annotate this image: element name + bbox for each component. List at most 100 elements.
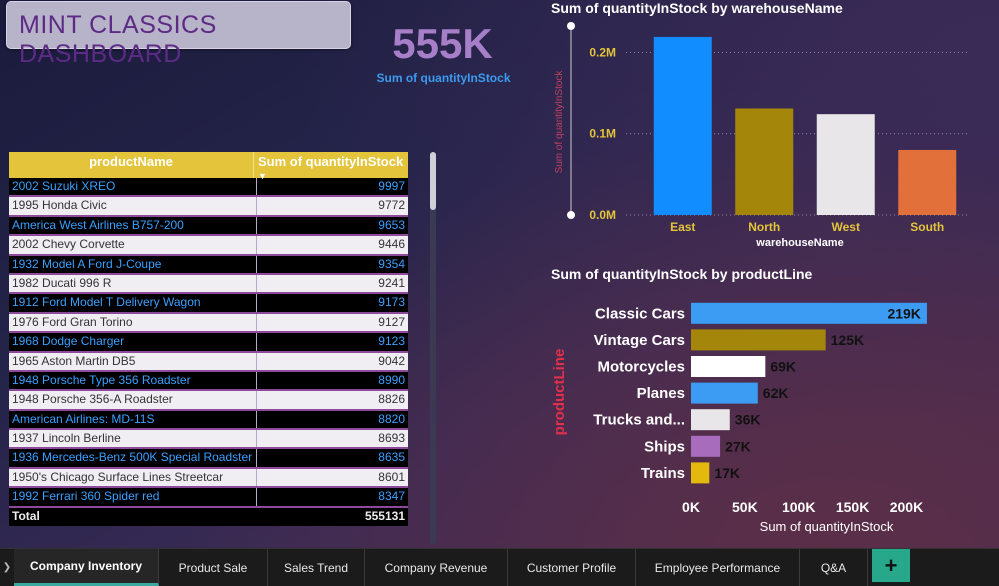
category-label: Trucks and... bbox=[593, 412, 685, 429]
table-row[interactable]: 1982 Ducati 996 R 9241 bbox=[9, 274, 408, 295]
y-tick-label: 0.2M bbox=[589, 45, 616, 59]
table-row[interactable]: 1965 Aston Martin DB5 9042 bbox=[9, 352, 408, 372]
table-row[interactable]: 1948 Porsche Type 356 Roadster 8990 bbox=[9, 371, 408, 392]
quantity-cell: 8826 bbox=[378, 392, 405, 407]
category-label: Planes bbox=[637, 385, 685, 402]
table-row[interactable]: 1948 Porsche 356-A Roadster 8826 bbox=[9, 391, 408, 411]
product-name-cell: 1936 Mercedes-Benz 500K Special Roadster bbox=[9, 449, 257, 467]
product-name-cell: 1948 Porsche 356-A Roadster bbox=[9, 391, 257, 409]
x-axis-label: Sum of quantityInStock bbox=[760, 519, 894, 534]
table-scrollbar[interactable] bbox=[430, 152, 436, 544]
kpi-card-value: 555K bbox=[392, 20, 493, 67]
table-header: productName Sum of quantityInStock ▼ bbox=[9, 152, 408, 181]
dashboard-title-box: MINT CLASSICS DASHBOARD bbox=[6, 1, 351, 68]
product-name-cell: 1968 Dodge Charger bbox=[9, 333, 257, 351]
product-name-cell: 2002 Chevy Corvette bbox=[9, 236, 257, 254]
category-label: Motorcycles bbox=[597, 359, 685, 376]
tab-company-inventory[interactable]: Company Inventory bbox=[14, 549, 159, 586]
table-row[interactable]: 1932 Model A Ford J-Coupe 9354 bbox=[9, 255, 408, 275]
table-row[interactable]: 1992 Ferrari 360 Spider red 8347 bbox=[9, 488, 408, 508]
y-axis-label: productLine bbox=[551, 349, 568, 436]
table-row[interactable]: America West Airlines B757-200 9653 bbox=[9, 216, 408, 237]
tab-product-sale[interactable]: Product Sale bbox=[159, 549, 268, 586]
bar-vintage-cars bbox=[691, 329, 826, 351]
tab-customer-profile[interactable]: Customer Profile bbox=[508, 549, 636, 586]
x-tick-label: 150K bbox=[836, 499, 869, 515]
x-tick-label: West bbox=[832, 220, 860, 234]
y-tick-label: 0.1M bbox=[589, 127, 616, 141]
bar-east bbox=[653, 36, 712, 215]
x-tick-label: North bbox=[748, 220, 780, 234]
tab-sales-trend[interactable]: Sales Trend bbox=[268, 549, 365, 586]
quantity-cell: 8601 bbox=[378, 469, 405, 484]
tab-company-revenue[interactable]: Company Revenue bbox=[365, 549, 508, 586]
product-name-cell: 1912 Ford Model T Delivery Wagon bbox=[9, 294, 257, 312]
x-tick-label: East bbox=[670, 220, 695, 234]
quantity-cell: 9772 bbox=[378, 198, 405, 213]
data-label: 125K bbox=[831, 332, 864, 348]
tab-employee-performance[interactable]: Employee Performance bbox=[636, 549, 800, 586]
bar-north bbox=[735, 108, 794, 215]
table-row[interactable]: 1937 Lincoln Berline 8693 bbox=[9, 430, 408, 450]
data-label: 62K bbox=[763, 385, 789, 401]
quantity-cell: 9127 bbox=[378, 314, 405, 329]
category-label: Vintage Cars bbox=[594, 332, 685, 349]
tab-qa[interactable]: Q&A bbox=[800, 549, 868, 586]
quantity-cell: 9997 bbox=[378, 179, 405, 193]
product-table[interactable]: productName Sum of quantityInStock ▼ 200… bbox=[9, 152, 408, 526]
table-row[interactable]: American Airlines: MD-11S 8820 bbox=[9, 410, 408, 431]
table-scrollbar-thumb[interactable] bbox=[430, 152, 436, 210]
product-name-cell: America West Airlines B757-200 bbox=[9, 216, 257, 235]
bar-ships bbox=[691, 435, 721, 457]
data-label: 27K bbox=[725, 438, 751, 454]
table-row[interactable]: 2002 Suzuki XREO 9997 bbox=[9, 178, 408, 198]
table-row[interactable]: 1912 Ford Model T Delivery Wagon 9173 bbox=[9, 294, 408, 314]
category-label: Trains bbox=[641, 465, 685, 482]
quantity-cell: 9354 bbox=[378, 256, 405, 271]
product-name-cell: 2002 Suzuki XREO bbox=[9, 178, 257, 196]
warehouse-chart-title: Sum of quantityInStock by warehouseName bbox=[551, 0, 843, 16]
data-label: 219K bbox=[887, 305, 920, 321]
quantity-cell: 9173 bbox=[378, 295, 405, 310]
product-name-cell: 1965 Aston Martin DB5 bbox=[9, 352, 257, 370]
table-row[interactable]: 1936 Mercedes-Benz 500K Special Roadster… bbox=[9, 449, 408, 469]
data-label: 36K bbox=[735, 412, 761, 428]
quantity-cell: 9123 bbox=[378, 334, 405, 349]
product-name-cell: 1982 Ducati 996 R bbox=[9, 274, 257, 293]
x-tick-label: 100K bbox=[782, 499, 815, 515]
product-name-cell: 1976 Ford Gran Torino bbox=[9, 313, 257, 332]
table-row[interactable]: 1950's Chicago Surface Lines Streetcar 86… bbox=[9, 468, 408, 489]
quantity-cell: 8693 bbox=[378, 431, 405, 446]
add-page-button[interactable]: + bbox=[872, 549, 910, 582]
table-row[interactable]: 1968 Dodge Charger 9123 bbox=[9, 333, 408, 353]
page-tab-bar: ❯ Company Inventory Product Sale Sales T… bbox=[0, 548, 999, 586]
chevron-right-icon[interactable]: ❯ bbox=[0, 549, 14, 586]
product-name-cell: 1932 Model A Ford J-Coupe bbox=[9, 255, 257, 273]
quantity-cell: 9241 bbox=[378, 275, 405, 290]
data-label: 69K bbox=[770, 359, 796, 375]
category-label: Classic Cars bbox=[595, 305, 685, 322]
table-total-row: Total 555131 bbox=[9, 507, 408, 526]
range-slider-handle-top bbox=[567, 22, 575, 30]
bar-motorcycles bbox=[691, 356, 766, 377]
productline-chart: Classic Cars 219K Vintage Cars 125K Motorcyc… bbox=[551, 302, 927, 534]
column-header-productname[interactable]: productName bbox=[9, 152, 253, 178]
table-row[interactable]: 2002 Chevy Corvette 9446 bbox=[9, 236, 408, 256]
x-tick-label: 50K bbox=[732, 499, 758, 515]
product-name-cell: 1948 Porsche Type 356 Roadster bbox=[9, 371, 257, 390]
column-header-quantity-label: Sum of quantityInStock bbox=[258, 154, 404, 169]
product-name-cell: 1937 Lincoln Berline bbox=[9, 430, 257, 448]
quantity-cell: 8820 bbox=[378, 411, 405, 426]
quantity-cell: 9653 bbox=[378, 217, 405, 232]
table-row[interactable]: 1976 Ford Gran Torino 9127 bbox=[9, 313, 408, 334]
sort-descending-icon: ▼ bbox=[258, 171, 267, 181]
report-canvas: MINT CLASSICS DASHBOARD 555K Sum of quan… bbox=[0, 0, 999, 548]
x-tick-label: 200K bbox=[890, 499, 923, 515]
column-header-quantity[interactable]: Sum of quantityInStock ▼ bbox=[253, 152, 408, 181]
data-label: 17K bbox=[714, 465, 740, 481]
product-name-cell: 1950's Chicago Surface Lines Streetcar bbox=[9, 468, 257, 487]
bar-trucks-and- bbox=[691, 409, 730, 431]
table-row[interactable]: 1995 Honda Civic 9772 bbox=[9, 197, 408, 217]
total-value: 555131 bbox=[364, 508, 405, 523]
product-name-cell: American Airlines: MD-11S bbox=[9, 410, 257, 429]
